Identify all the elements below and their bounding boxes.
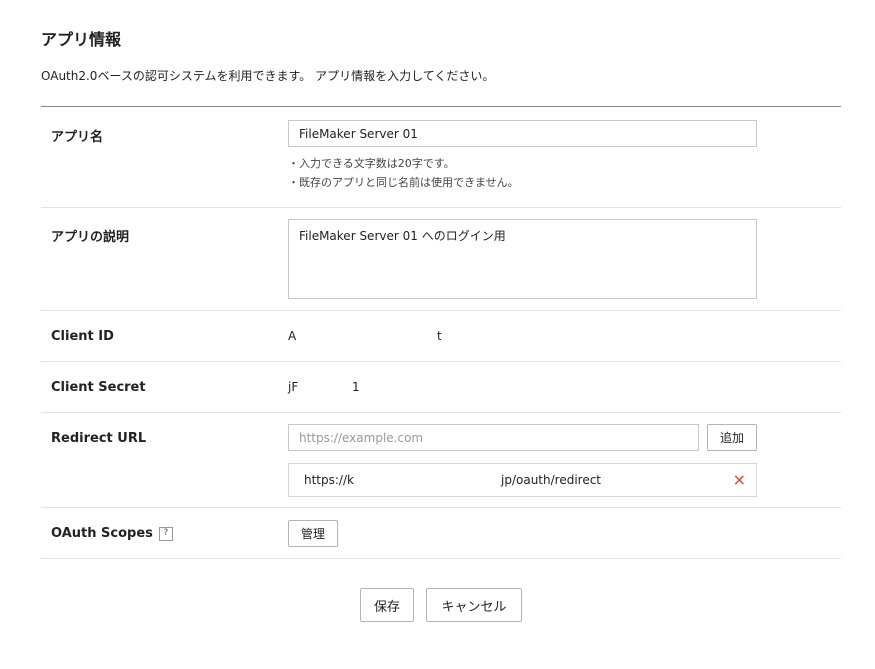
oauth-scopes-label: OAuth Scopes [51,526,153,541]
app-name-hints: ・入力できる文字数は20字です。 ・既存のアプリと同じ名前は使用できません。 [288,154,519,192]
cancel-button[interactable]: キャンセル [426,588,522,622]
manage-scopes-button[interactable]: 管理 [288,520,338,547]
app-desc-textarea[interactable]: FileMaker Server 01 へのログイン用 [288,219,757,299]
oauth-scopes-label-group: OAuth Scopes ? [51,526,173,541]
save-button[interactable]: 保存 [360,588,414,622]
redirect-url-input[interactable] [288,424,699,451]
app-form: アプリ名 ・入力できる文字数は20字です。 ・既存のアプリと同じ名前は使用できま… [41,106,841,559]
page-title: アプリ情報 [41,30,122,49]
oauth-scopes-row: OAuth Scopes ? 管理 [41,508,841,559]
client-secret-value-start: jF [288,380,299,394]
remove-url-icon[interactable]: × [733,471,746,489]
help-icon[interactable]: ? [158,526,173,541]
client-secret-value-end: 1 [352,380,360,394]
app-name-label: アプリ名 [51,130,104,145]
app-name-hint-unique: ・既存のアプリと同じ名前は使用できません。 [288,176,519,189]
redirect-url-label: Redirect URL [51,431,147,446]
client-secret-row: Client Secret jF 1 [41,362,841,413]
client-id-row: Client ID A t [41,311,841,362]
page-description: OAuth2.0ベースの認可システムを利用できます。 アプリ情報を入力してくださ… [41,69,495,83]
add-url-button[interactable]: 追加 [707,424,757,451]
client-id-value-start: A [288,329,297,343]
app-desc-row: アプリの説明 FileMaker Server 01 へのログイン用 [41,208,841,311]
client-secret-label: Client Secret [51,380,146,395]
redirect-url-start: https://k [304,473,354,487]
redirect-url-end: jp/oauth/redirect [501,473,602,487]
redirect-url-item: https://k jp/oauth/redirect × [288,463,757,497]
client-id-label: Client ID [51,329,114,344]
redirect-url-row: Redirect URL 追加 https://k jp/oauth/redir… [41,413,841,508]
client-id-value-end: t [437,329,442,343]
app-name-row: アプリ名 ・入力できる文字数は20字です。 ・既存のアプリと同じ名前は使用できま… [41,107,841,208]
app-name-hint-length: ・入力できる文字数は20字です。 [288,157,455,170]
form-actions: 保存 キャンセル [0,588,875,623]
app-name-input[interactable] [288,120,757,147]
app-desc-label: アプリの説明 [51,230,130,245]
